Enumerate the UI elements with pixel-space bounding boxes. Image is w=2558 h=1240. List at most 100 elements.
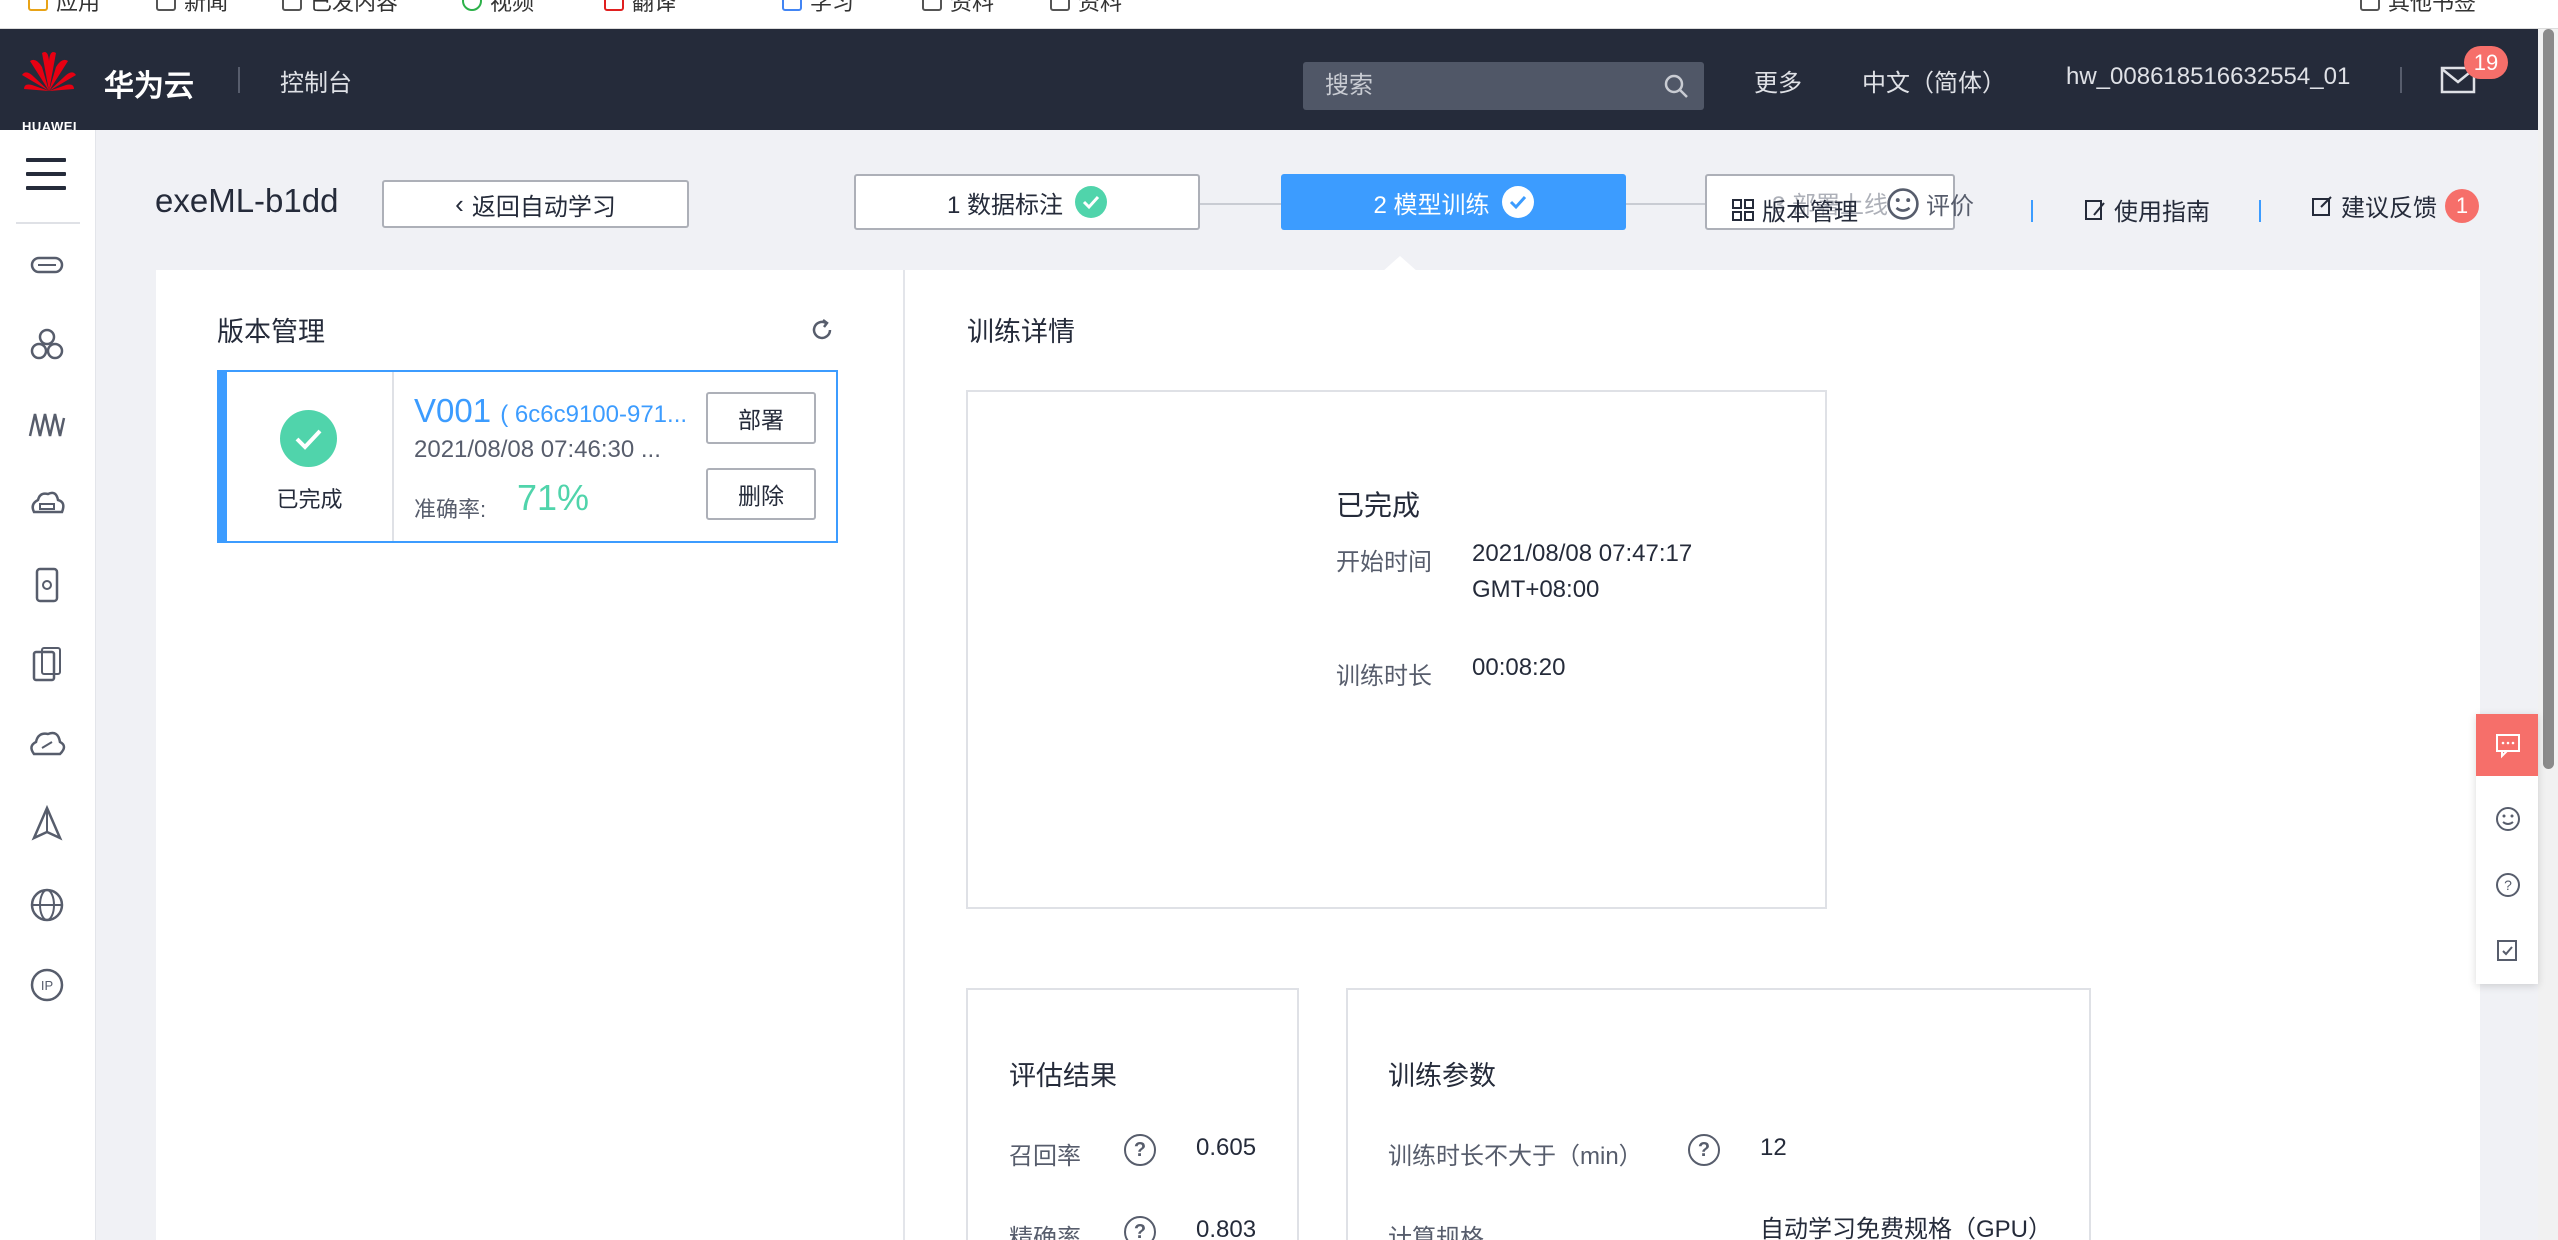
console-link[interactable]: 控制台: [280, 63, 352, 98]
folder-icon: [2360, 0, 2380, 11]
cloud-server-icon[interactable]: [26, 244, 68, 286]
bookmark-materials[interactable]: 资料: [922, 0, 994, 16]
version-management-link[interactable]: 版本管理: [1730, 192, 1858, 227]
max-time-label: 训练时长不大于（min）: [1388, 1143, 1643, 1170]
brand-name[interactable]: 华为云: [104, 61, 194, 105]
menu-icon[interactable]: [26, 158, 66, 190]
version-name[interactable]: V001 ( 6c6c9100-971...: [414, 392, 687, 430]
max-time-value: 12: [1760, 1134, 1787, 1161]
mobile-cloud-icon[interactable]: [26, 564, 68, 606]
pyramid-icon[interactable]: [26, 804, 68, 846]
training-params-title: 训练参数: [1388, 1061, 1496, 1091]
bookmark-misc[interactable]: 资料: [1050, 0, 1122, 16]
training-details-title: 训练详情: [967, 317, 1075, 347]
user-account-menu[interactable]: hw_008618516632554_01: [2066, 63, 2350, 91]
mail-count-badge: 19: [2464, 46, 2508, 79]
chat-icon: [2496, 734, 2520, 759]
video-icon: [462, 0, 482, 11]
step-model-training[interactable]: 2 模型训练: [1281, 174, 1626, 230]
translate-icon: [604, 0, 624, 11]
version-card[interactable]: 已完成 V001 ( 6c6c9100-971... 2021/08/08 07…: [217, 370, 838, 543]
edit-doc-icon: [2085, 199, 2105, 220]
precision-label: 精确率: [1009, 1225, 1081, 1240]
feedback-icon: [2312, 195, 2332, 216]
top-navigation-bar: HUAWEI 华为云 控制台 更多 中文（简体） hw_008618516632…: [0, 29, 2538, 134]
folder-icon: [1050, 0, 1070, 11]
rate-link[interactable]: 评价: [1886, 186, 1974, 221]
online-chat-button[interactable]: [2476, 714, 2538, 776]
success-icon: [280, 410, 337, 467]
bookmark-apps[interactable]: 应用: [28, 0, 100, 16]
language-select[interactable]: 中文（简体）: [1862, 63, 2006, 98]
grid-icon: [1732, 198, 1754, 221]
training-status: 已完成: [1336, 490, 1421, 521]
version-status: 已完成: [227, 372, 394, 541]
feedback-link[interactable]: 建议反馈 1: [2309, 188, 2479, 223]
divider: [2400, 67, 2402, 93]
duration-value: 00:08:20: [1472, 654, 1566, 681]
edit-icon[interactable]: [2494, 936, 2522, 964]
version-panel: 版本管理 已完成 V001 ( 6c6c9100-971... 2021/08/…: [156, 270, 905, 1240]
refresh-icon[interactable]: [808, 316, 836, 344]
help-icon[interactable]: ?: [1124, 1216, 1156, 1240]
more-menu[interactable]: 更多: [1754, 63, 1802, 98]
user-guide-link[interactable]: 使用指南: [2082, 192, 2210, 227]
cloud-storage-icon[interactable]: [26, 484, 68, 526]
status-label: 已完成: [276, 487, 343, 512]
accuracy-label: 准确率:: [414, 497, 487, 522]
left-service-nav: IP: [0, 130, 96, 1240]
help-icon[interactable]: ?: [2494, 871, 2522, 899]
scrollbar-thumb[interactable]: [2543, 29, 2554, 769]
smiley-icon[interactable]: [2494, 805, 2522, 833]
help-icon[interactable]: ?: [1688, 1134, 1720, 1166]
globe-icon[interactable]: [26, 884, 68, 926]
search-icon[interactable]: [1662, 72, 1690, 100]
accuracy-value: 71%: [517, 477, 590, 518]
step-data-labeling[interactable]: 1 数据标注: [854, 174, 1200, 230]
bookmark-translate[interactable]: 翻译: [604, 0, 676, 16]
main-content: 版本管理 已完成 V001 ( 6c6c9100-971... 2021/08/…: [156, 270, 2480, 1240]
bookmark-other[interactable]: 其他书签: [2360, 0, 2476, 16]
start-time-value: 2021/08/08 07:47:17 GMT+08:00: [1472, 540, 1693, 603]
step-connector: [1626, 203, 1705, 205]
page-header: exeML-b1dd ‹ 返回自动学习 1 数据标注 2 模型训练 3 部署上线…: [96, 130, 2538, 272]
bookmark-video[interactable]: 视频: [462, 0, 534, 16]
bookmark-study[interactable]: 学习: [782, 0, 854, 16]
deploy-button[interactable]: 部署: [706, 392, 816, 444]
divider: [16, 222, 80, 224]
selected-accent: [219, 372, 227, 541]
divider: [2259, 200, 2261, 222]
cloud-link-icon[interactable]: [26, 724, 68, 766]
bookmark-news[interactable]: 新闻: [156, 0, 228, 16]
cluster-icon[interactable]: [26, 324, 68, 366]
ip-icon[interactable]: IP: [26, 964, 68, 1006]
waveform-icon[interactable]: [26, 404, 68, 446]
check-icon: [1075, 186, 1107, 218]
step-connector: [1200, 203, 1281, 205]
start-time-label: 开始时间: [1336, 549, 1432, 576]
svg-text:?: ?: [2504, 877, 2512, 893]
folder-icon: [156, 0, 176, 11]
help-icon[interactable]: ?: [1124, 1134, 1156, 1166]
version-panel-title: 版本管理: [217, 317, 325, 347]
training-details-box: [966, 390, 1827, 909]
check-icon: [1501, 186, 1534, 218]
precision-value: 0.803: [1196, 1216, 1257, 1240]
svg-text:IP: IP: [41, 978, 53, 993]
bookmarks-bar: 应用 新闻 已发内容 视频 翻译 学习 资料 资料 其他书签: [0, 0, 2558, 29]
divider: [238, 67, 240, 93]
recall-value: 0.605: [1196, 1134, 1257, 1161]
compute-spec-value: 自动学习免费规格（GPU）: [1760, 1216, 2053, 1240]
delete-button[interactable]: 删除: [706, 468, 816, 520]
search-box[interactable]: [1303, 62, 1704, 110]
project-title: exeML-b1dd: [155, 182, 339, 219]
evaluation-title: 评估结果: [1009, 1061, 1117, 1091]
floating-toolbar: ?: [2476, 714, 2538, 984]
compute-spec-label: 计算规格: [1388, 1225, 1484, 1240]
huawei-logo-icon[interactable]: [20, 47, 78, 109]
search-input[interactable]: [1303, 62, 1704, 110]
version-time: 2021/08/08 07:46:30 ...: [414, 436, 661, 463]
device-icon[interactable]: [26, 644, 68, 686]
bookmark-published[interactable]: 已发内容: [282, 0, 398, 16]
back-to-automl-button[interactable]: ‹ 返回自动学习: [382, 180, 689, 228]
